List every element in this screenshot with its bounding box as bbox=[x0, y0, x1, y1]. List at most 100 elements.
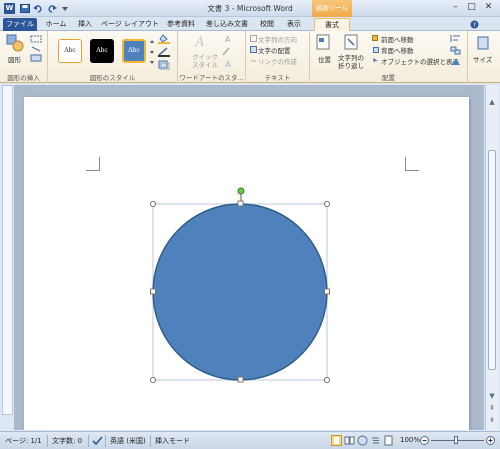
status-insert-mode[interactable]: 挿入モード bbox=[155, 436, 190, 446]
svg-text:?: ? bbox=[473, 22, 476, 29]
text-effects-icon[interactable]: A bbox=[222, 59, 234, 68]
style-swatch-blue[interactable]: Abc bbox=[122, 39, 146, 63]
style-gallery-scroll-icon[interactable] bbox=[149, 37, 155, 67]
text-direction-button[interactable]: 文字列の方向 bbox=[258, 34, 297, 44]
resize-handle[interactable] bbox=[323, 376, 331, 384]
text-outline-icon[interactable] bbox=[222, 47, 234, 56]
tab-insert[interactable]: 挿入 bbox=[73, 18, 97, 31]
shapes-button[interactable]: 図形 bbox=[8, 54, 21, 64]
tab-review[interactable]: 校閲 bbox=[255, 18, 279, 31]
zoom-out-icon[interactable] bbox=[420, 436, 429, 445]
outline-view-icon[interactable] bbox=[370, 435, 381, 446]
shapes-icon[interactable] bbox=[6, 34, 24, 52]
align-icon[interactable] bbox=[450, 34, 462, 43]
document-page[interactable] bbox=[24, 97, 469, 430]
tab-view[interactable]: 表示 bbox=[282, 18, 306, 31]
resize-handle[interactable] bbox=[149, 200, 157, 208]
shape-outline-icon[interactable] bbox=[158, 47, 170, 57]
status-divider bbox=[150, 435, 151, 447]
align-text-button[interactable]: 文字の配置 bbox=[258, 45, 291, 55]
bring-forward-button[interactable]: 前面へ移動 bbox=[381, 34, 414, 44]
resize-handle[interactable] bbox=[324, 288, 330, 295]
status-divider bbox=[88, 435, 89, 447]
zoom-level[interactable]: 100% bbox=[400, 436, 420, 444]
status-word-count[interactable]: 文字数: 0 bbox=[52, 436, 82, 446]
group-size: サイズ bbox=[468, 31, 498, 83]
group-label-arrange: 配置 bbox=[382, 74, 395, 82]
status-page[interactable]: ページ: 1/1 bbox=[5, 436, 42, 446]
size-icon[interactable] bbox=[476, 35, 490, 51]
quick-style-label-2[interactable]: スタイル bbox=[192, 59, 218, 69]
group-label-insert-shapes: 図形の挿入 bbox=[7, 74, 40, 82]
style-swatch-white[interactable]: Abc bbox=[58, 39, 82, 63]
proofing-icon[interactable] bbox=[92, 436, 103, 446]
print-layout-icon[interactable] bbox=[331, 435, 342, 446]
rotate-icon[interactable] bbox=[450, 58, 462, 67]
size-button[interactable]: サイズ bbox=[473, 54, 492, 64]
maximize-button[interactable]: □ bbox=[464, 2, 479, 14]
scroll-thumb[interactable] bbox=[488, 150, 496, 370]
tab-mailings[interactable]: 差し込み文書 bbox=[202, 18, 252, 31]
zoom-in-icon[interactable] bbox=[486, 436, 495, 445]
zoom-slider-thumb[interactable] bbox=[454, 436, 458, 444]
tab-references[interactable]: 参考資料 bbox=[163, 18, 199, 31]
quick-style-icon[interactable]: A bbox=[192, 34, 208, 48]
position-button[interactable]: 位置 bbox=[318, 54, 331, 64]
circle-shape[interactable] bbox=[149, 187, 334, 385]
group-insert-shapes: 図形 図形の挿入 bbox=[0, 31, 48, 83]
next-page-icon[interactable]: ⇟ bbox=[487, 415, 497, 425]
shape-effects-icon[interactable] bbox=[158, 60, 170, 70]
shape-fill-icon[interactable] bbox=[158, 34, 170, 44]
align-text-icon[interactable] bbox=[250, 46, 257, 53]
vertical-ruler bbox=[2, 85, 13, 415]
full-screen-reading-icon[interactable] bbox=[344, 435, 355, 446]
vertical-scrollbar[interactable]: ▲ ▼ ⇞ ⇟ bbox=[485, 85, 498, 430]
minimize-button[interactable]: – bbox=[448, 2, 463, 14]
create-link-icon[interactable] bbox=[250, 57, 257, 64]
resize-handle[interactable] bbox=[237, 376, 244, 383]
bring-forward-icon[interactable] bbox=[372, 35, 379, 42]
group-icon[interactable] bbox=[450, 46, 462, 55]
edit-shape-icon[interactable] bbox=[30, 35, 42, 63]
status-divider bbox=[47, 435, 48, 447]
rotation-handle[interactable] bbox=[237, 187, 245, 195]
position-icon[interactable] bbox=[316, 34, 330, 50]
text-direction-icon[interactable] bbox=[250, 35, 257, 42]
scroll-up-icon[interactable]: ▲ bbox=[487, 97, 497, 107]
tab-home[interactable]: ホーム bbox=[42, 18, 70, 31]
crop-mark-left bbox=[86, 157, 100, 171]
send-backward-button[interactable]: 背面へ移動 bbox=[381, 45, 414, 55]
group-shape-styles: Abc Abc Abc 図形のスタイル bbox=[48, 31, 178, 83]
text-fill-icon[interactable]: A bbox=[222, 35, 234, 44]
tab-page-layout[interactable]: ページ レイアウト bbox=[100, 18, 160, 31]
help-icon[interactable]: ? bbox=[470, 20, 479, 29]
style-swatch-black[interactable]: Abc bbox=[90, 39, 114, 63]
scroll-down-icon[interactable]: ▼ bbox=[487, 391, 497, 401]
tab-format[interactable]: 書式 bbox=[314, 18, 350, 31]
prev-page-icon[interactable]: ⇞ bbox=[487, 403, 497, 413]
selection-pane-icon[interactable] bbox=[372, 57, 379, 64]
resize-handle[interactable] bbox=[149, 376, 157, 384]
create-link-button[interactable]: リンクの作成 bbox=[258, 56, 297, 66]
svg-text:A: A bbox=[225, 35, 231, 44]
title-bar: W 描画ツール 文書 3 - Microsoft Word – □ ✕ bbox=[0, 0, 500, 17]
tab-file[interactable]: ファイル bbox=[3, 18, 37, 31]
draft-view-icon[interactable] bbox=[383, 435, 394, 446]
resize-handle[interactable] bbox=[237, 200, 244, 207]
group-arrange: 位置 文字列の 折り返し 前面へ移動 背面へ移動 オブジェクトの選択と表示 配置 bbox=[310, 31, 468, 83]
send-backward-icon[interactable] bbox=[372, 46, 379, 53]
wrap-text-icon[interactable] bbox=[344, 34, 358, 50]
svg-text:A: A bbox=[225, 60, 231, 68]
document-area bbox=[14, 85, 484, 430]
web-layout-icon[interactable] bbox=[357, 435, 368, 446]
svg-text:A: A bbox=[194, 35, 204, 48]
wrap-text-label-2[interactable]: 折り返し bbox=[338, 60, 364, 70]
status-language[interactable]: 英語 (米国) bbox=[110, 436, 146, 446]
circle-fill[interactable] bbox=[152, 203, 328, 381]
close-button[interactable]: ✕ bbox=[481, 2, 496, 14]
selection-pane-button[interactable]: オブジェクトの選択と表示 bbox=[381, 56, 459, 66]
resize-handle[interactable] bbox=[323, 200, 331, 208]
window-title: 文書 3 - Microsoft Word bbox=[207, 4, 293, 13]
resize-handle[interactable] bbox=[150, 288, 156, 295]
ribbon-tabs: ファイル ホーム 挿入 ページ レイアウト 参考資料 差し込み文書 校閲 表示 … bbox=[0, 17, 500, 31]
